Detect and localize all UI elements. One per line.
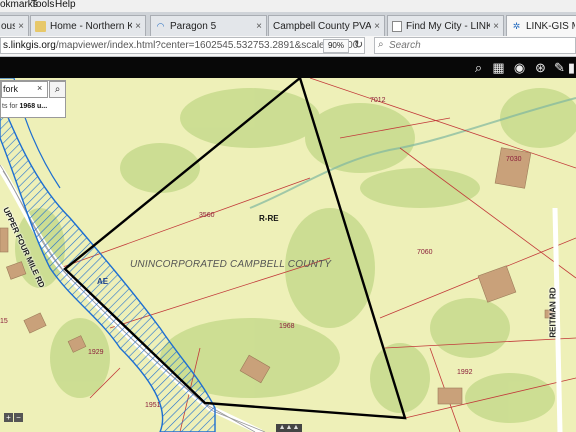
close-icon[interactable]: × [493,21,499,32]
browser-search[interactable]: ⌕ [374,37,576,54]
menu-help[interactable]: Help [55,0,76,10]
tab-strip: ouse: × Home - Northern Kentucky × ◠ Par… [0,12,576,37]
map-zoom-control: + − [4,413,23,422]
floodzone-label: AE [97,277,109,286]
tab-label: ouse: [1,20,15,32]
compass-icon[interactable]: ◉ [511,59,528,76]
map-view[interactable]: 7012 7030 3560 7060 1968 1929 1992 1951 … [0,78,576,432]
page-icon [392,20,402,32]
clear-icon[interactable]: × [37,83,42,93]
parcel-label: 1992 [457,369,473,376]
map-search-panel: fork × ⌕ ts for 1968 u... [0,80,66,118]
folder-icon [35,20,46,32]
url-domain: s.linkgis.org [3,40,56,51]
tab-paragon[interactable]: ◠ Paragon 5 × [150,15,267,36]
close-icon[interactable]: × [135,21,141,32]
parcel-label: 1968 [279,323,295,330]
parcel-label: 1929 [88,349,104,356]
parcel-label: 3560 [199,212,215,219]
parcel-label: 1951 [145,402,161,409]
road-label: REITMAN RD [548,287,558,338]
tab-label: Campbell County PVA [273,20,372,32]
menu-icon[interactable]: ▮ [567,59,576,76]
tab-label: Home - Northern Kentucky [50,20,132,32]
parcel-label: 7030 [506,156,522,163]
close-icon[interactable]: × [18,21,24,32]
close-icon[interactable]: × [374,21,380,32]
search-input[interactable] [389,38,569,53]
draw-icon[interactable]: ✎ [551,59,568,76]
parcel-label: 15 [0,318,8,325]
gear-icon: ✲ [512,21,521,31]
zoom-out-button[interactable]: − [14,413,23,422]
search-button[interactable]: ⌕ [49,81,66,98]
panel-handle[interactable]: ▲▲▲ [276,424,302,432]
close-icon[interactable]: × [256,21,262,32]
identify-icon[interactable]: ⊛ [532,59,549,76]
tab-0[interactable]: ouse: × [0,15,29,36]
zoning-label: R-RE [259,214,279,223]
menu-tools[interactable]: Tools [31,0,54,10]
map-canvas [0,78,576,432]
menu-bar: okmarks Tools Help [0,0,576,12]
reload-icon[interactable]: ↻ [354,38,363,51]
tab-campbell-pva[interactable]: Campbell County PVA × [268,15,385,36]
tab-linkgis-map[interactable]: ✲ LINK-GIS Map View [506,15,576,37]
tab-northern-kentucky[interactable]: Home - Northern Kentucky × [30,15,146,36]
url-path: /mapviewer/index.html?center=1602545.532… [55,40,359,51]
tab-label: LINK-GIS Map View [526,21,575,32]
url-bar[interactable]: s.linkgis.org/mapviewer/index.html?cente… [0,37,365,54]
search-result[interactable]: ts for 1968 u... [2,100,64,114]
tab-label: Paragon 5 [170,20,217,32]
zoom-in-button[interactable]: + [4,413,13,422]
parcel-label: 7012 [370,97,386,104]
paragon-icon: ◠ [156,20,165,31]
search-icon[interactable]: ⌕ [470,59,487,76]
area-label: UNINCORPORATED CAMPBELL COUNTY [130,259,332,270]
navigation-bar: s.linkgis.org/mapviewer/index.html?cente… [0,36,576,57]
parcel-label: 7060 [417,249,433,256]
tab-find-my-city[interactable]: Find My City - LINK-GIS × [387,15,504,36]
search-icon: ⌕ [54,84,61,95]
app-toolbar: ⌕ ▦ ◉ ⊛ ✎ ▮ [0,57,576,78]
search-icon: ⌕ [378,39,384,50]
tab-label: Find My City - LINK-GIS [406,20,490,32]
layers-icon[interactable]: ▦ [490,59,507,76]
zoom-level[interactable]: 90% [323,39,349,53]
